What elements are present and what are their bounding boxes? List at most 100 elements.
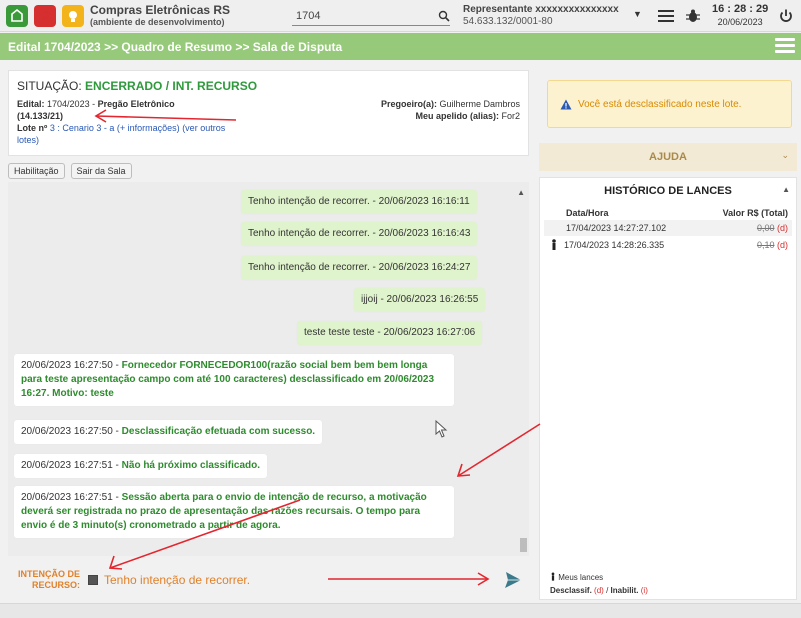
situation-panel: SITUAÇÃO: ENCERRADO / INT. RECURSO Edita… <box>8 70 529 156</box>
pregoeiro-info: Pregoeiro(a): Guilherme Dambros Meu apel… <box>381 98 520 122</box>
message-timestamp: 20/06/2023 16:27:50 - <box>21 426 119 437</box>
help-panel[interactable]: AJUDA ⌄ <box>539 143 797 171</box>
more-info-link[interactable]: (+ informações) <box>117 123 180 133</box>
chat-message-system: 20/06/2023 16:27:51 - Sessão aberta para… <box>14 486 454 538</box>
person-icon <box>551 572 555 581</box>
lote-label: Lote nº <box>17 123 48 133</box>
message-timestamp: 20/06/2023 16:27:50 - <box>21 360 119 371</box>
bid-amount: 0,00 <box>756 223 775 233</box>
message-text: Desclassificação efetuada com sucesso. <box>121 426 316 437</box>
dollar-logo-icon[interactable]: $ <box>34 4 56 27</box>
pregoeiro-line: Pregoeiro(a): Guilherme Dambros <box>381 98 520 110</box>
disqualified-warning: Você está desclassificado neste lote. <box>547 80 792 128</box>
power-icon[interactable] <box>776 6 796 26</box>
collapse-up-icon[interactable]: ▲ <box>782 185 790 194</box>
col-header-date: Data/Hora <box>566 208 609 218</box>
chat-scrollbar[interactable] <box>520 538 527 552</box>
representative-cnpj: 54.633.132/0001-80 <box>463 16 553 27</box>
situation-title: SITUAÇÃO: ENCERRADO / INT. RECURSO <box>17 79 520 93</box>
message-timestamp: 20/06/2023 16:27:51 - <box>21 492 119 503</box>
process-line: (14.133/21) <box>17 110 247 122</box>
breadcrumb[interactable]: Edital 1704/2023 >> Quadro de Resumo >> … <box>8 40 342 54</box>
bid-history-table: Data/Hora Valor R$ (Total) 17/04/2023 14… <box>544 206 792 253</box>
warning-icon <box>560 99 572 109</box>
list-menu-icon[interactable] <box>656 6 676 26</box>
search-icon[interactable] <box>438 10 450 22</box>
bid-datetime: 17/04/2023 14:28:26.335 <box>564 240 665 250</box>
bid-history-panel: HISTÓRICO DE LANCES ▲ Data/Hora Valor R$… <box>539 177 797 600</box>
lote-number: 3 <box>49 123 55 133</box>
edital-value: 1704/2023 - <box>47 99 96 109</box>
lote-line: Lote nº 3 : Cenario 3 - a (+ informações… <box>17 122 247 146</box>
table-row: 17/04/2023 14:27:27.102 0,00 (d) <box>544 220 792 236</box>
representative-selector[interactable]: Representante xxxxxxxxxxxxxxx 54.633.132… <box>463 4 619 28</box>
legend-my-bids-text: Meus lances <box>558 573 604 582</box>
situation-status: ENCERRADO / INT. RECURSO <box>85 79 258 93</box>
server-clock: 16 : 28 : 29 20/06/2023 <box>712 3 768 29</box>
scroll-up-icon[interactable]: ▲ <box>517 188 525 197</box>
appeal-intent-label-line1: INTENÇÃO DE <box>17 569 80 579</box>
bid-datetime-cell: 17/04/2023 14:28:26.335 <box>544 236 701 253</box>
history-legend: Meus lances Desclassif. (d) / Inabilit. … <box>550 571 648 597</box>
clock-time: 16 : 28 : 29 <box>712 3 769 15</box>
bid-value: 0,10 (d) <box>701 236 792 253</box>
pregoeiro-name: Guilherme Dambros <box>439 99 520 109</box>
bug-icon[interactable] <box>683 6 703 26</box>
page-banner: Edital 1704/2023 >> Quadro de Resumo >> … <box>0 33 801 60</box>
bid-datetime: 17/04/2023 14:27:27.102 <box>544 220 701 236</box>
chat-message-system: 20/06/2023 16:27:50 - Fornecedor FORNECE… <box>14 354 454 406</box>
send-icon[interactable] <box>503 570 523 590</box>
habilitacao-button[interactable]: Habilitação <box>8 163 65 179</box>
clock-date: 20/06/2023 <box>717 17 763 27</box>
exit-room-button[interactable]: Sair da Sala <box>70 163 132 179</box>
appeal-intent-checkbox[interactable] <box>88 575 98 585</box>
app-title-text: Compras Eletrônicas RS <box>90 2 231 17</box>
alias-value: For2 <box>501 111 520 121</box>
chat-message-mine: Tenho intenção de recorrer. - 20/06/2023… <box>241 222 478 246</box>
app-subtitle-text: (ambiente de desenvolvimento) <box>90 16 225 27</box>
footer-bar <box>0 603 801 618</box>
appeal-intent-text: Tenho intenção de recorrer. <box>104 573 251 587</box>
message-timestamp: 20/06/2023 16:27:51 - <box>21 460 119 471</box>
legend-inab: Inabilit. <box>610 586 639 595</box>
person-icon <box>552 239 556 250</box>
chat-message-mine: teste teste teste - 20/06/2023 16:27:06 <box>297 321 483 345</box>
pregoeiro-label: Pregoeiro(a): <box>380 99 437 109</box>
legend-disq: Desclassif. <box>550 586 592 595</box>
appeal-intent-label-line2: RECURSO: <box>31 580 80 590</box>
search-input[interactable]: 1704 <box>292 6 450 26</box>
caret-down-icon[interactable]: ▼ <box>633 9 642 19</box>
edital-label: Edital: <box>17 99 45 109</box>
process-number: (14.133/21) <box>17 111 64 121</box>
alias-line: Meu apelido (alias): For2 <box>381 110 520 122</box>
legend-flags: Desclassif. (d) / Inabilit. (i) <box>550 584 648 597</box>
chat-message-system: 20/06/2023 16:27:50 - Desclassificação e… <box>14 420 323 444</box>
alias-label: Meu apelido (alias): <box>415 111 499 121</box>
message-text: Não há próximo classificado. <box>121 460 261 471</box>
lote-description: : Cenario 3 - a <box>57 123 115 133</box>
edital-info: Edital: 1704/2023 - Pregão Eletrônico (1… <box>17 98 247 146</box>
col-header-value: Valor R$ (Total) <box>722 208 788 218</box>
legend-my-bids: Meus lances <box>550 571 648 584</box>
hamburger-menu-icon[interactable] <box>775 38 795 54</box>
chat-message-mine: Tenho intenção de recorrer. - 20/06/2023… <box>241 256 478 280</box>
action-buttons: Habilitação Sair da Sala <box>8 163 132 179</box>
bid-value: 0,00 (d) <box>700 220 792 236</box>
chat-message-system: 20/06/2023 16:27:51 - Não há próximo cla… <box>14 454 268 478</box>
home-logo-icon[interactable] <box>6 4 28 27</box>
top-bar: $ Compras Eletrônicas RS (ambiente de de… <box>0 0 801 32</box>
legend-disq-flag: (d) <box>594 586 604 595</box>
chat-message-mine: ijjoij - 20/06/2023 16:26:55 <box>354 288 486 312</box>
chevron-down-icon[interactable]: ⌄ <box>781 150 789 161</box>
warning-text: Você está desclassificado neste lote. <box>578 98 742 110</box>
legend-inab-flag: (i) <box>640 586 648 595</box>
bid-flag: (d) <box>777 223 788 233</box>
app-title: Compras Eletrônicas RS (ambiente de dese… <box>90 4 230 28</box>
situation-label: SITUAÇÃO: <box>17 79 82 93</box>
chat-panel[interactable]: ▲ Tenho intenção de recorrer. - 20/06/20… <box>8 182 529 556</box>
modality: Pregão Eletrônico <box>97 99 175 109</box>
bulb-logo-icon[interactable] <box>62 4 84 27</box>
appeal-intent-label: INTENÇÃO DE RECURSO: <box>8 569 80 591</box>
representative-name: Representante xxxxxxxxxxxxxxx <box>463 4 619 15</box>
chat-message-mine: Tenho intenção de recorrer. - 20/06/2023… <box>241 190 477 214</box>
